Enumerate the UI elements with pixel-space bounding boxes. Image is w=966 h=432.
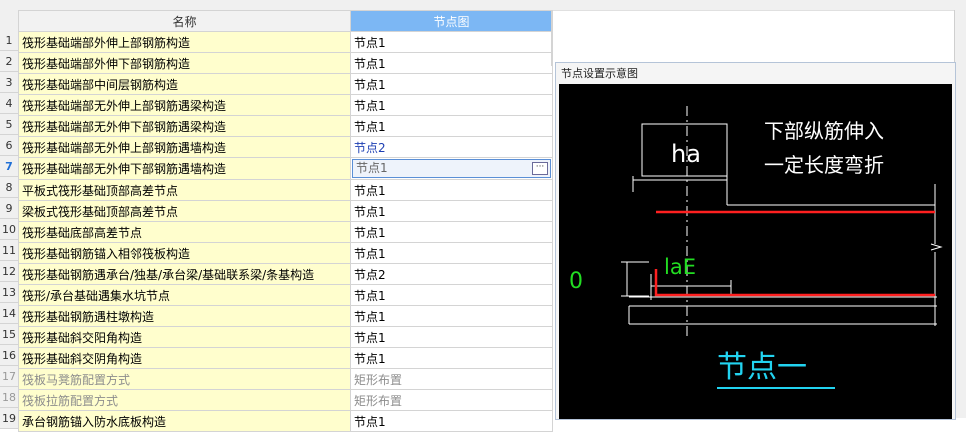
- row-node-cell[interactable]: 节点1: [350, 200, 553, 222]
- table-row[interactable]: 筏形基础端部无外伸上部钢筋遇梁构造 节点1: [18, 94, 553, 116]
- table-row[interactable]: 筏形基础斜交阴角构造 节点1: [18, 347, 553, 369]
- column-header-node[interactable]: 节点图: [350, 10, 553, 32]
- break-mark: [930, 243, 943, 251]
- row-name-cell[interactable]: 筏形基础钢筋锚入相邻筏板构造: [18, 242, 351, 264]
- panel-title: 节点设置示意图: [561, 67, 638, 80]
- row-node-cell[interactable]: 矩形布置: [350, 389, 553, 411]
- row-node-cell[interactable]: 节点1: [350, 410, 553, 432]
- row-name-cell[interactable]: 承台钢筋锚入防水底板构造: [18, 410, 351, 432]
- diagram-canvas: ha 下部纵筋伸入 一定长度弯折 laE 0 节点一: [559, 84, 952, 419]
- caption-line1: 下部纵筋伸入: [764, 119, 884, 143]
- row-node-cell[interactable]: 节点1: [350, 326, 553, 348]
- table-row[interactable]: 筏形基础端部外伸下部钢筋构造 节点1: [18, 52, 553, 74]
- lae-label: laE: [664, 255, 696, 279]
- row-node-cell[interactable]: 节点1: [350, 31, 553, 53]
- ellipsis-button-icon[interactable]: ···: [532, 162, 548, 175]
- row-name-cell[interactable]: 筏形基础端部无外伸下部钢筋遇梁构造: [18, 115, 351, 137]
- row-node-cell[interactable]: 节点1: [350, 73, 553, 95]
- table-row[interactable]: 筏形基础钢筋遇柱墩构造 节点1: [18, 305, 553, 327]
- node-diagram: ha 下部纵筋伸入 一定长度弯折 laE 0 节点一: [569, 106, 943, 389]
- row-name-cell[interactable]: 梁板式筏形基础顶部高差节点: [18, 200, 351, 222]
- row-node-cell[interactable]: 节点1: [350, 305, 553, 327]
- table-row[interactable]: 筏形基础钢筋遇承台/独基/承台梁/基础联系梁/条基构造 节点2: [18, 263, 553, 285]
- bottom-rebar: [654, 269, 935, 297]
- table-row[interactable]: 承台钢筋锚入防水底板构造 节点1: [18, 410, 553, 432]
- node-diagram-panel: 节点设置示意图 ha 下部纵筋伸入 一定长度弯折 laE 0 节点一: [555, 62, 956, 420]
- row-number-selected[interactable]: 7: [0, 156, 18, 177]
- table-row[interactable]: 筏形基础钢筋锚入相邻筏板构造 节点1: [18, 242, 553, 264]
- grid-divider: [551, 10, 552, 66]
- row-name-cell[interactable]: 筏形基础端部无外伸上部钢筋遇墙构造: [18, 136, 351, 158]
- row-name-cell[interactable]: 筏形基础斜交阴角构造: [18, 347, 351, 369]
- grid-corner: [0, 10, 18, 31]
- row-number[interactable]: 4: [0, 93, 18, 114]
- row-number[interactable]: 15: [0, 324, 18, 345]
- row-name-cell[interactable]: 筏形基础端部外伸下部钢筋构造: [18, 52, 351, 74]
- table-row[interactable]: 筏形基础斜交阳角构造 节点1: [18, 326, 553, 348]
- row-number[interactable]: 16: [0, 345, 18, 366]
- table-row[interactable]: 筏形基础底部高差节点 节点1: [18, 221, 553, 243]
- row-name-cell[interactable]: 筏形基础钢筋遇柱墩构造: [18, 305, 351, 327]
- row-number[interactable]: 17: [0, 366, 18, 387]
- zero-label: 0: [569, 269, 583, 294]
- table-row[interactable]: 梁板式筏形基础顶部高差节点 节点1: [18, 200, 553, 222]
- diagram-title: 节点一: [717, 350, 807, 385]
- row-name-cell[interactable]: 筏形基础斜交阳角构造: [18, 326, 351, 348]
- row-name-cell[interactable]: 筏形基础端部无外伸下部钢筋遇墙构造: [18, 157, 351, 180]
- row-number[interactable]: 9: [0, 198, 18, 219]
- row-node-cell[interactable]: 节点1: [350, 347, 553, 369]
- row-number[interactable]: 18: [0, 387, 18, 408]
- column-header-name[interactable]: 名称: [18, 10, 351, 32]
- node-edit-box[interactable]: 节点1 ···: [352, 159, 551, 178]
- table-row[interactable]: 筏形基础端部无外伸上部钢筋遇墙构造 节点2: [18, 136, 553, 158]
- table-header: 名称 节点图: [18, 10, 553, 32]
- row-number[interactable]: 13: [0, 282, 18, 303]
- table-row[interactable]: 筏形基础端部外伸上部钢筋构造 节点1: [18, 31, 553, 53]
- table-row-disabled[interactable]: 筏板马凳筋配置方式 矩形布置: [18, 368, 553, 390]
- table-row[interactable]: 平板式筏形基础顶部高差节点 节点1: [18, 179, 553, 201]
- row-node-cell-editing[interactable]: 节点1 ···: [350, 157, 553, 180]
- row-name-cell[interactable]: 平板式筏形基础顶部高差节点: [18, 179, 351, 201]
- row-node-cell[interactable]: 矩形布置: [350, 368, 553, 390]
- row-name-cell[interactable]: 筏形/承台基础遇集水坑节点: [18, 284, 351, 306]
- row-name-cell[interactable]: 筏形基础端部外伸上部钢筋构造: [18, 31, 351, 53]
- row-name-cell[interactable]: 筏板马凳筋配置方式: [18, 368, 351, 390]
- row-number[interactable]: 10: [0, 219, 18, 240]
- table-row[interactable]: 筏形基础端部中间层钢筋构造 节点1: [18, 73, 553, 95]
- table-row-selected[interactable]: 筏形基础端部无外伸下部钢筋遇墙构造 节点1 ···: [18, 157, 553, 180]
- row-number[interactable]: 5: [0, 114, 18, 135]
- row-number[interactable]: 12: [0, 261, 18, 282]
- row-name-cell[interactable]: 筏板拉筋配置方式: [18, 389, 351, 411]
- row-number-column: 1 2 3 4 5 6 7 8 9 10 11 12 13 14 15 16 1…: [0, 30, 18, 429]
- row-name-cell[interactable]: 筏形基础端部无外伸上部钢筋遇梁构造: [18, 94, 351, 116]
- row-node-cell[interactable]: 节点1: [350, 179, 553, 201]
- row-node-cell[interactable]: 节点1: [350, 94, 553, 116]
- row-number[interactable]: 14: [0, 303, 18, 324]
- row-number[interactable]: 6: [0, 135, 18, 156]
- row-number[interactable]: 3: [0, 72, 18, 93]
- row-number[interactable]: 1: [0, 30, 18, 51]
- node-edit-value: 节点1: [356, 161, 388, 175]
- ha-label: ha: [671, 140, 701, 168]
- row-node-cell[interactable]: 节点1: [350, 52, 553, 74]
- row-number[interactable]: 11: [0, 240, 18, 261]
- row-node-cell[interactable]: 节点1: [350, 115, 553, 137]
- table-row-disabled[interactable]: 筏板拉筋配置方式 矩形布置: [18, 389, 553, 411]
- row-number[interactable]: 19: [0, 408, 18, 429]
- row-node-cell-modified[interactable]: 节点2: [350, 136, 553, 158]
- row-node-cell[interactable]: 节点1: [350, 242, 553, 264]
- node-settings-table: 名称 节点图 筏形基础端部外伸上部钢筋构造 节点1 筏形基础端部外伸下部钢筋构造…: [18, 10, 553, 432]
- row-node-cell[interactable]: 节点2: [350, 263, 553, 285]
- row-name-cell[interactable]: 筏形基础端部中间层钢筋构造: [18, 73, 351, 95]
- table-row[interactable]: 筏形基础端部无外伸下部钢筋遇梁构造 节点1: [18, 115, 553, 137]
- row-name-cell[interactable]: 筏形基础钢筋遇承台/独基/承台梁/基础联系梁/条基构造: [18, 263, 351, 285]
- row-node-cell[interactable]: 节点1: [350, 284, 553, 306]
- row-name-cell[interactable]: 筏形基础底部高差节点: [18, 221, 351, 243]
- row-number[interactable]: 8: [0, 177, 18, 198]
- caption-line2: 一定长度弯折: [764, 153, 884, 177]
- row-node-cell[interactable]: 节点1: [350, 221, 553, 243]
- row-number[interactable]: 2: [0, 51, 18, 72]
- table-row[interactable]: 筏形/承台基础遇集水坑节点 节点1: [18, 284, 553, 306]
